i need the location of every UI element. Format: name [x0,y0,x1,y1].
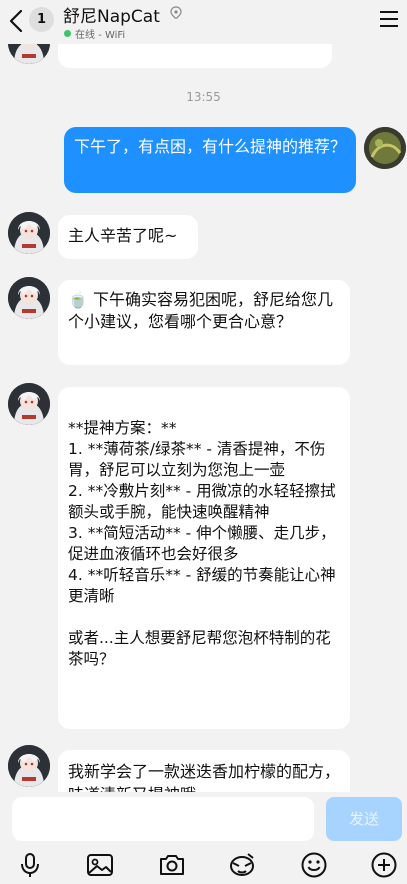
input-area: 发送 [0,792,407,884]
message-bubble-bot-advice[interactable]: **提神方案：** 1. **薄荷茶/绿茶** - 清香提神，不伤胃，舒尼可以立… [58,387,350,729]
back-arrow-icon[interactable] [6,7,26,35]
bot-tag-icon [170,6,182,19]
online-dot [64,30,71,37]
status-text: 在线 - WiFi [75,30,126,41]
send-button[interactable]: 发送 [326,797,402,841]
input-toolbar [0,848,407,884]
chat-header: 1 舒尼NapCat 在线 - WiFi [0,0,407,44]
bot-avatar[interactable] [8,745,50,787]
microphone-icon[interactable] [16,851,44,879]
message-bubble-user[interactable]: 下午了，有点困，有什么提神的推荐？ [64,127,356,193]
plus-icon[interactable] [370,851,398,879]
unread-count-badge[interactable]: 1 [29,7,54,32]
bot-avatar[interactable] [8,383,50,425]
bot-avatar[interactable] [8,277,50,319]
image-icon[interactable] [86,851,114,879]
chat-title[interactable]: 舒尼NapCat [63,2,160,27]
user-avatar[interactable] [364,127,406,169]
message-bubble-bot[interactable]: 🍵 下午确实容易犯困呢，舒尼给您几个小建议，您看哪个更合心意？ [58,280,350,365]
message-bubble-bot[interactable]: 主人辛苦了呢~ [58,215,198,259]
bot-avatar[interactable] [8,212,50,254]
online-status: 在线 - WiFi [64,26,125,41]
red-packet-icon[interactable] [228,851,256,879]
emoji-icon[interactable] [300,851,328,879]
message-input[interactable] [12,797,314,841]
message-timestamp: 13:55 [186,90,221,104]
camera-icon[interactable] [158,851,186,879]
menu-icon[interactable] [379,10,399,28]
